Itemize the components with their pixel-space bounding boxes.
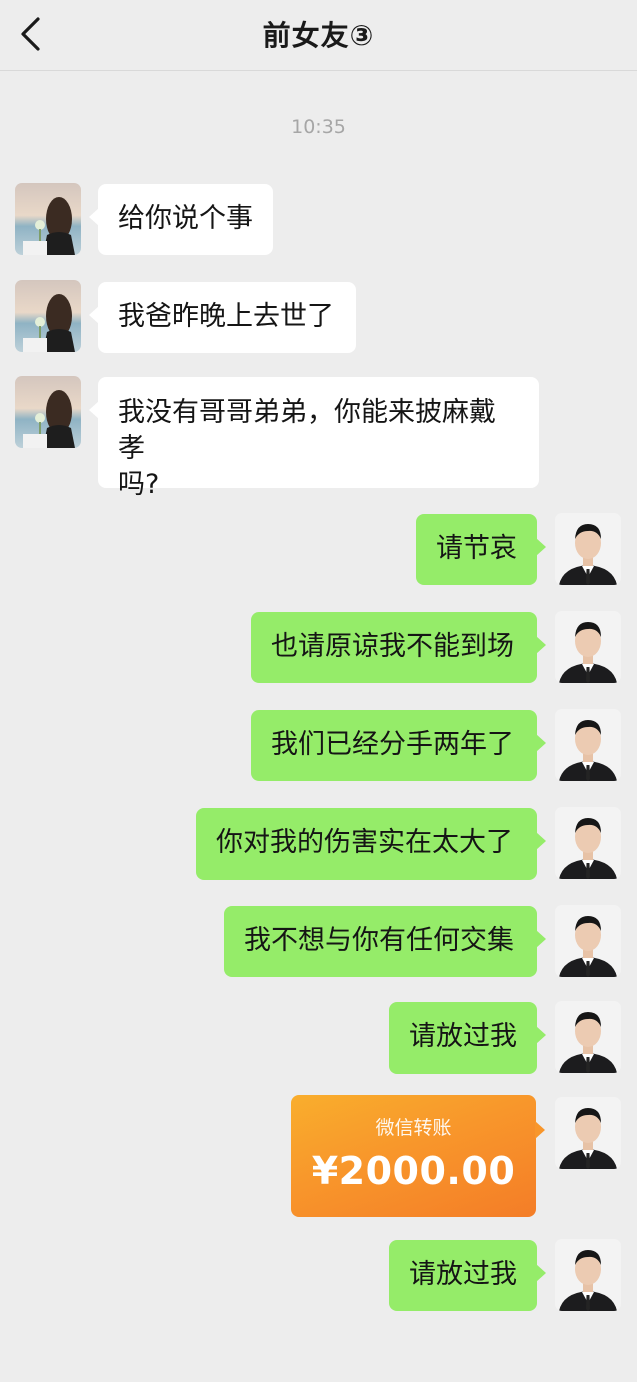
contact-avatar[interactable] xyxy=(15,183,81,255)
message-text: 请放过我 xyxy=(409,1259,517,1290)
outgoing-message[interactable]: 请放过我 xyxy=(389,1240,546,1311)
outgoing-message[interactable]: 请节哀 xyxy=(416,514,546,585)
message-timestamp: 10:35 xyxy=(291,116,346,138)
contact-avatar[interactable] xyxy=(15,376,81,448)
contact-avatar[interactable] xyxy=(15,280,81,352)
incoming-message[interactable]: 给你说个事 xyxy=(89,184,273,255)
self-avatar[interactable] xyxy=(555,1001,621,1073)
transfer-amount: ¥2000.00 xyxy=(311,1149,516,1193)
self-avatar[interactable] xyxy=(555,1239,621,1311)
chat-header: 前女友③ xyxy=(0,0,637,71)
message-text: 我爸昨晚上去世了 xyxy=(118,301,334,332)
self-avatar[interactable] xyxy=(555,709,621,781)
message-text: 我们已经分手两年了 xyxy=(271,729,514,760)
incoming-message[interactable]: 我没有哥哥弟弟，你能来披麻戴孝 吗? xyxy=(89,377,539,500)
self-avatar[interactable] xyxy=(555,905,621,977)
outgoing-message[interactable]: 你对我的伤害实在太大了 xyxy=(196,808,546,880)
self-avatar[interactable] xyxy=(555,1097,621,1169)
outgoing-message[interactable]: 也请原谅我不能到场 xyxy=(251,612,546,683)
wechat-transfer-card[interactable]: 微信转账 ¥2000.00 xyxy=(291,1095,545,1217)
message-text: 给你说个事 xyxy=(118,203,253,234)
self-avatar[interactable] xyxy=(555,513,621,585)
incoming-message[interactable]: 我爸昨晚上去世了 xyxy=(89,282,356,353)
message-text: 我没有哥哥弟弟，你能来披麻戴孝 xyxy=(118,397,496,464)
outgoing-message[interactable]: 请放过我 xyxy=(389,1002,546,1074)
message-text: 吗? xyxy=(118,469,160,500)
message-text: 你对我的伤害实在太大了 xyxy=(216,827,513,858)
message-text: 也请原谅我不能到场 xyxy=(271,631,514,662)
outgoing-message[interactable]: 我们已经分手两年了 xyxy=(251,710,546,781)
message-text: 我不想与你有任何交集 xyxy=(244,925,514,956)
self-avatar[interactable] xyxy=(555,611,621,683)
outgoing-message[interactable]: 我不想与你有任何交集 xyxy=(224,906,546,977)
transfer-label: 微信转账 xyxy=(375,1117,452,1139)
message-text: 请放过我 xyxy=(409,1021,517,1052)
message-text: 请节哀 xyxy=(436,533,517,564)
self-avatar[interactable] xyxy=(555,807,621,879)
chat-title: 前女友③ xyxy=(262,19,375,52)
